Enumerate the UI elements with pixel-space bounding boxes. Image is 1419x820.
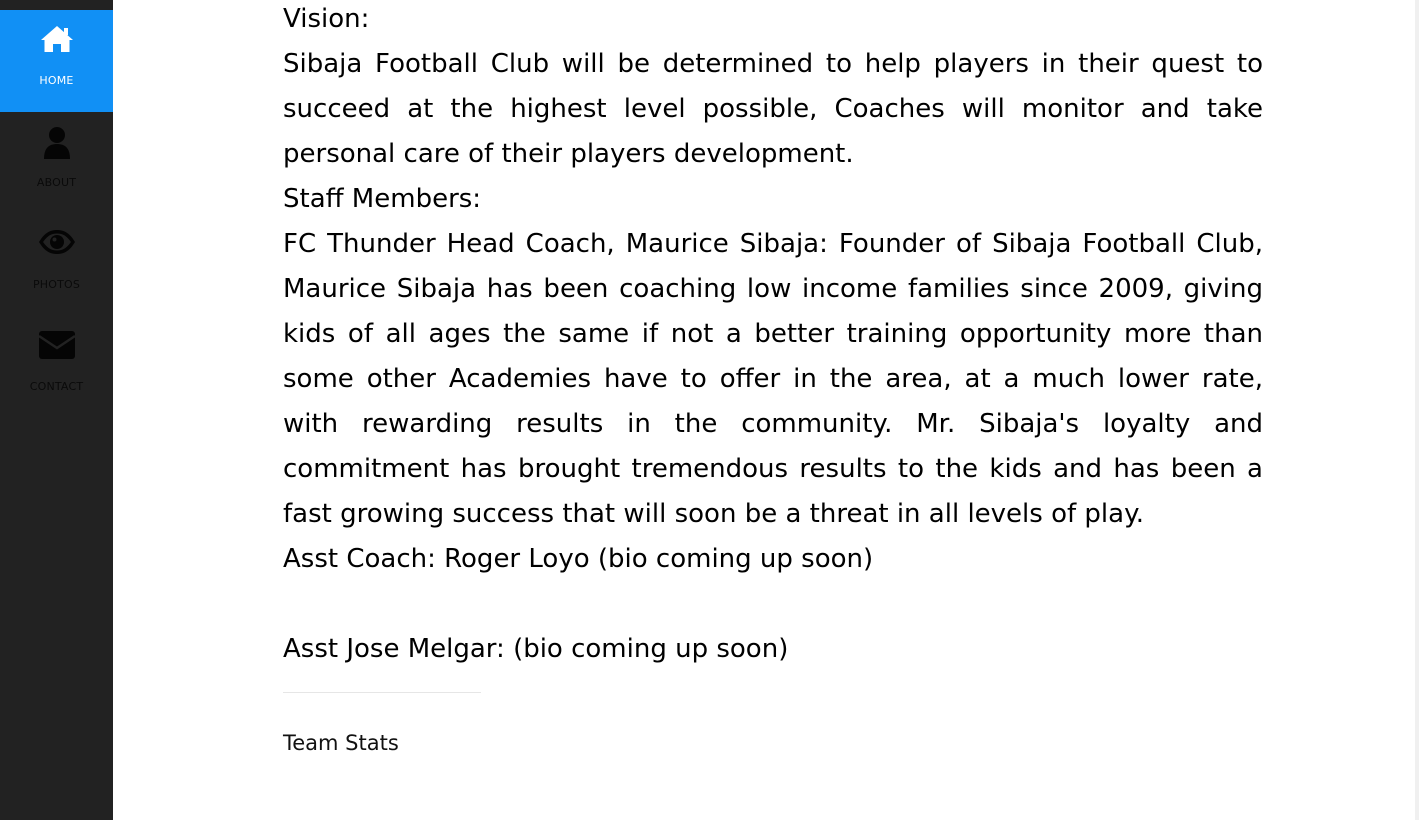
section-divider xyxy=(283,692,481,693)
home-icon xyxy=(0,10,113,64)
head-coach-bio: FC Thunder Head Coach, Maurice Sibaja: F… xyxy=(283,229,1263,529)
sidebar-item-about[interactable]: ABOUT xyxy=(0,112,113,214)
sidebar-item-label: HOME xyxy=(39,74,74,87)
sidebar-item-home[interactable]: HOME xyxy=(0,10,113,112)
sidebar-item-label: CONTACT xyxy=(29,380,84,393)
sidebar-item-label: ABOUT xyxy=(36,176,77,189)
team-stats-heading: Team Stats xyxy=(283,731,399,755)
asst-coach-roger: Asst Coach: Roger Loyo (bio coming up so… xyxy=(283,544,874,574)
envelope-icon xyxy=(0,316,113,370)
asst-coach-jose: Asst Jose Melgar: (bio coming up soon) xyxy=(283,634,789,664)
eye-icon xyxy=(0,214,113,268)
sidebar-item-contact[interactable]: CONTACT xyxy=(0,316,113,418)
staff-heading: Staff Members: xyxy=(283,184,482,214)
sidebar-item-label: PHOTOS xyxy=(32,278,81,291)
vision-text: Sibaja Football Club will be determined … xyxy=(283,49,1263,169)
main-content: Vision: Sibaja Football Club will be det… xyxy=(283,0,1263,755)
vision-heading: Vision: xyxy=(283,4,370,34)
user-icon xyxy=(0,112,113,166)
sidebar-top-strip xyxy=(0,0,113,10)
scrollbar[interactable] xyxy=(1415,0,1419,820)
sidebar-nav: HOME ABOUT PHOTOS CONTACT xyxy=(0,0,113,820)
sidebar-item-photos[interactable]: PHOTOS xyxy=(0,214,113,316)
